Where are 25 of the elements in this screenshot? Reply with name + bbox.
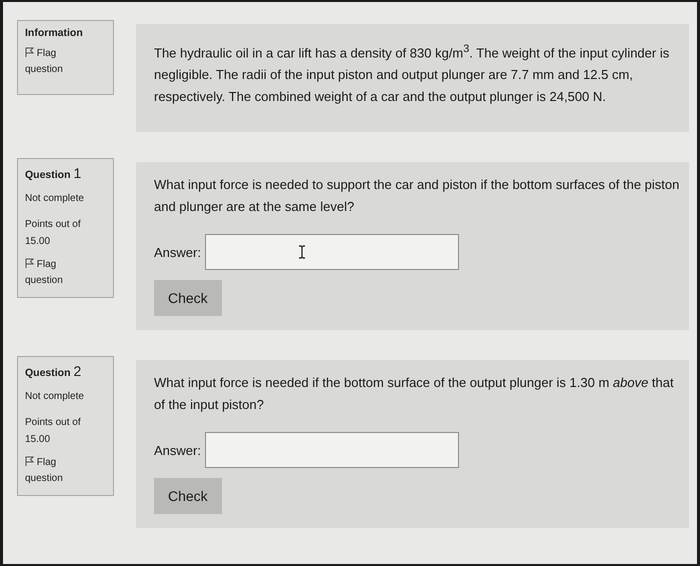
- text-cursor-icon: [298, 245, 306, 260]
- flag-icon: [25, 258, 34, 268]
- check-button[interactable]: Check: [154, 280, 222, 316]
- question-text: The hydraulic oil in a car lift has a density of 830 kg/m$^{3}$. The weight of the input cylinder is negligible. The radii of the input piston and output plunger are 7.7 mm and 12.5 cm, respectively. The combined weight of a car and the output plunger is 24,500 N.: [154, 42, 670, 106]
- question-points: Points out of 15.00: [25, 416, 82, 448]
- answer-field[interactable]: [204, 234, 459, 270]
- flag-icon: [25, 47, 34, 57]
- question-text: What input force is needed if the bottom surface of the output plunger is 1.30 m above that of the input piston?: [154, 374, 675, 414]
- question-label: Question: [25, 367, 71, 380]
- question-status: Not complete: [25, 390, 85, 404]
- answer-label: Answer:: [154, 244, 201, 260]
- question-number: 1: [74, 165, 82, 182]
- info-title: Information: [25, 27, 84, 39]
- question-label: Question: [25, 169, 71, 182]
- question-text: What input force is needed to support the car and piston if the bottom surfaces of the piston and plunger are at the same level?: [154, 176, 680, 216]
- answer-field[interactable]: [204, 432, 459, 468]
- flag-question-link[interactable]: Flag question: [25, 46, 85, 78]
- answer-label: Answer:: [154, 442, 201, 458]
- question-status: Not complete: [25, 192, 85, 206]
- flag-question-link[interactable]: Flag question: [25, 455, 85, 488]
- flag-icon: [25, 456, 34, 466]
- flag-question-link[interactable]: Flag question: [25, 257, 85, 290]
- question-number: 2: [74, 363, 82, 380]
- check-button[interactable]: Check: [154, 478, 222, 514]
- question-points: Points out of 15.00: [25, 218, 82, 250]
